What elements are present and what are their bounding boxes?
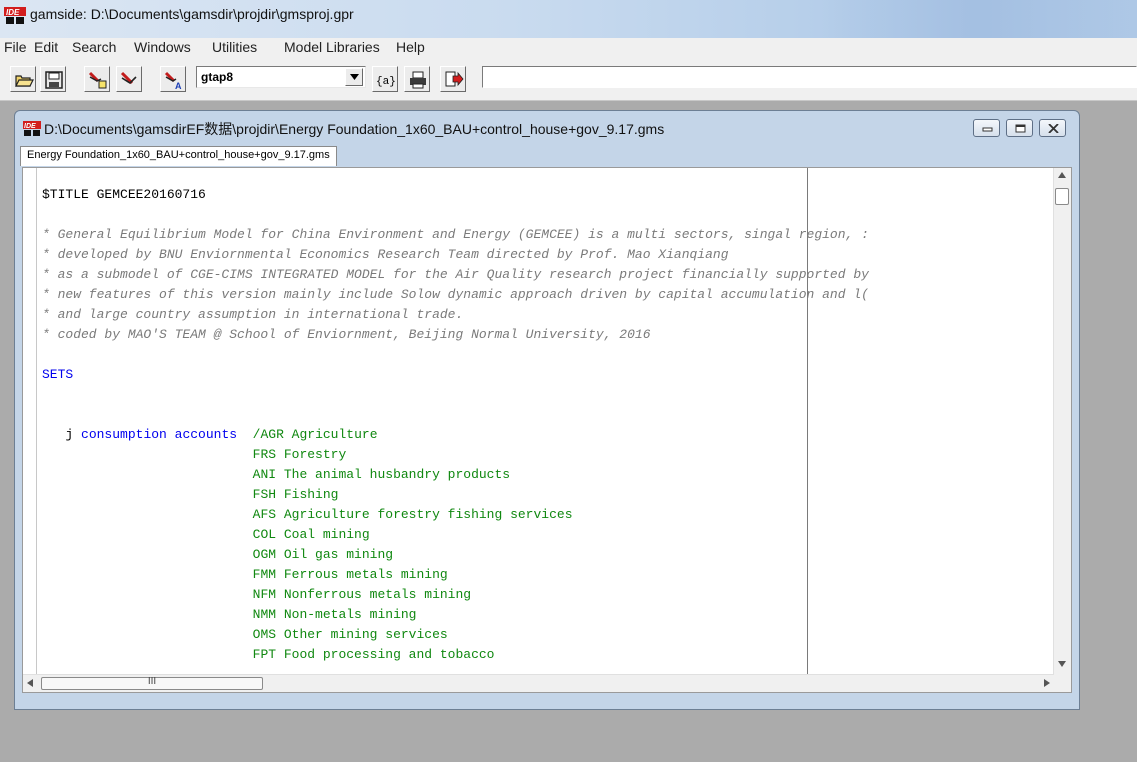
svg-text:A: A bbox=[175, 81, 182, 90]
set-element: /AGR Agriculture bbox=[252, 427, 378, 442]
run-with-options-button[interactable]: A bbox=[160, 66, 186, 92]
window-controls bbox=[973, 119, 1067, 139]
scrollbar-corner bbox=[1054, 675, 1071, 692]
code-set-element-line: FPT Food processing and tobacco bbox=[42, 645, 1042, 665]
svg-text:IDE: IDE bbox=[6, 8, 20, 17]
code-set-declaration: j consumption accounts /AGR Agriculture bbox=[42, 425, 1042, 445]
svg-text:{a}: {a} bbox=[376, 76, 396, 88]
model-combo[interactable]: gtap8 bbox=[196, 66, 366, 88]
horizontal-scrollbar[interactable]: III bbox=[23, 674, 1054, 692]
code-set-element-line: NMM Non-metals mining bbox=[42, 605, 1042, 625]
code-set-element-line: COL Coal mining bbox=[42, 525, 1042, 545]
restore-icon bbox=[1015, 124, 1026, 133]
code-text[interactable]: $TITLE GEMCEE20160716 * General Equilibr… bbox=[42, 185, 1042, 675]
print-button[interactable] bbox=[404, 66, 430, 92]
compile-button[interactable] bbox=[116, 66, 142, 92]
code-line-title: $TITLE GEMCEE20160716 bbox=[42, 187, 206, 202]
svg-text:IDE: IDE bbox=[24, 123, 36, 130]
code-set-element-line: ANI The animal husbandry products bbox=[42, 465, 1042, 485]
code-set-element-line: FRS Forestry bbox=[42, 445, 1042, 465]
close-icon bbox=[1048, 124, 1059, 133]
code-set-element-line: OMS Other mining services bbox=[42, 625, 1042, 645]
document-tab[interactable]: Energy Foundation_1x60_BAU+control_house… bbox=[20, 146, 337, 166]
save-button[interactable] bbox=[40, 66, 66, 92]
open-file-button[interactable] bbox=[10, 66, 36, 92]
process-window-button[interactable] bbox=[440, 66, 466, 92]
model-library-button[interactable]: {a} bbox=[372, 66, 398, 92]
menu-file[interactable]: File bbox=[4, 39, 27, 55]
scroll-left-icon[interactable] bbox=[27, 679, 33, 687]
vertical-scroll-thumb[interactable] bbox=[1055, 188, 1069, 205]
code-set-element-line: NFM Nonferrous metals mining bbox=[42, 585, 1042, 605]
code-comment-line: * developed by BNU Enviornmental Economi… bbox=[42, 247, 729, 262]
minimize-icon bbox=[982, 127, 993, 132]
gams-ide-icon: IDE bbox=[23, 121, 41, 140]
code-set-element-line: OGM Oil gas mining bbox=[42, 545, 1042, 565]
menu-help[interactable]: Help bbox=[396, 39, 425, 55]
set-element: AFS Agriculture forestry fishing service… bbox=[252, 507, 573, 522]
run-gams-button[interactable] bbox=[84, 66, 110, 92]
code-editor[interactable]: $TITLE GEMCEE20160716 * General Equilibr… bbox=[22, 167, 1072, 693]
chevron-down-icon bbox=[350, 74, 359, 80]
menu-edit[interactable]: Edit bbox=[34, 39, 58, 55]
set-element: NFM Nonferrous metals mining bbox=[252, 587, 472, 602]
minimize-button[interactable] bbox=[973, 119, 1000, 137]
set-element: OGM Oil gas mining bbox=[252, 547, 394, 562]
set-element: FRS Forestry bbox=[252, 447, 347, 462]
code-set-element-line: FMM Ferrous metals mining bbox=[42, 565, 1042, 585]
code-set-element-line: AFS Agriculture forestry fishing service… bbox=[42, 505, 1042, 525]
code-comment-line: * as a submodel of CGE-CIMS INTEGRATED M… bbox=[42, 267, 869, 282]
set-element: NMM Non-metals mining bbox=[252, 607, 417, 622]
menu-windows[interactable]: Windows bbox=[134, 39, 191, 55]
app-title: gamside: D:\Documents\gamsdir\projdir\gm… bbox=[30, 6, 354, 22]
restore-button[interactable] bbox=[1006, 119, 1033, 137]
set-description: consumption accounts bbox=[81, 427, 238, 442]
document-title-bar: IDE D:\Documents\gamsdirEF数据\projdir\Ene… bbox=[23, 119, 664, 140]
editor-gutter-line bbox=[36, 168, 37, 678]
set-element: COL Coal mining bbox=[252, 527, 370, 542]
set-element: OMS Other mining services bbox=[252, 627, 448, 642]
menu-utilities[interactable]: Utilities bbox=[212, 39, 257, 55]
model-combo-value: gtap8 bbox=[201, 70, 234, 84]
set-element: ANI The animal husbandry products bbox=[252, 467, 511, 482]
close-button[interactable] bbox=[1039, 119, 1066, 137]
document-window[interactable]: IDE D:\Documents\gamsdirEF数据\projdir\Ene… bbox=[14, 110, 1080, 710]
menu-bar: File Edit Search Windows Utilities Model… bbox=[0, 38, 1137, 58]
set-element: FSH Fishing bbox=[252, 487, 339, 502]
code-comment-line: * and large country assumption in intern… bbox=[42, 307, 464, 322]
code-comment-line: * coded by MAO'S TEAM @ School of Envior… bbox=[42, 327, 651, 342]
set-element: FMM Ferrous metals mining bbox=[252, 567, 448, 582]
vertical-scrollbar[interactable] bbox=[1053, 168, 1071, 677]
combo-dropdown-button[interactable] bbox=[345, 68, 363, 86]
command-line-input[interactable] bbox=[482, 66, 1137, 88]
horizontal-scroll-thumb[interactable]: III bbox=[41, 676, 263, 690]
menu-model-libraries[interactable]: Model Libraries bbox=[284, 39, 380, 55]
scroll-grip: III bbox=[147, 676, 157, 687]
toolbar: A gtap8 {a} bbox=[0, 58, 1137, 101]
code-comment-line: * General Equilibrium Model for China En… bbox=[42, 227, 869, 242]
code-comment-line: * new features of this version mainly in… bbox=[42, 287, 869, 302]
scroll-right-icon[interactable] bbox=[1044, 679, 1050, 687]
gams-ide-icon: IDE bbox=[4, 7, 26, 30]
app-title-bar[interactable]: IDE gamside: D:\Documents\gamsdir\projdi… bbox=[0, 0, 1137, 38]
set-element: FPT Food processing and tobacco bbox=[252, 647, 495, 662]
scroll-down-icon[interactable] bbox=[1058, 661, 1066, 667]
title-bar-glow bbox=[820, 0, 1137, 38]
document-title: D:\Documents\gamsdirEF数据\projdir\Energy … bbox=[44, 121, 665, 137]
code-sets-keyword: SETS bbox=[42, 367, 74, 382]
scroll-up-icon[interactable] bbox=[1058, 172, 1066, 178]
menu-search[interactable]: Search bbox=[72, 39, 116, 55]
code-set-element-line: FSH Fishing bbox=[42, 485, 1042, 505]
